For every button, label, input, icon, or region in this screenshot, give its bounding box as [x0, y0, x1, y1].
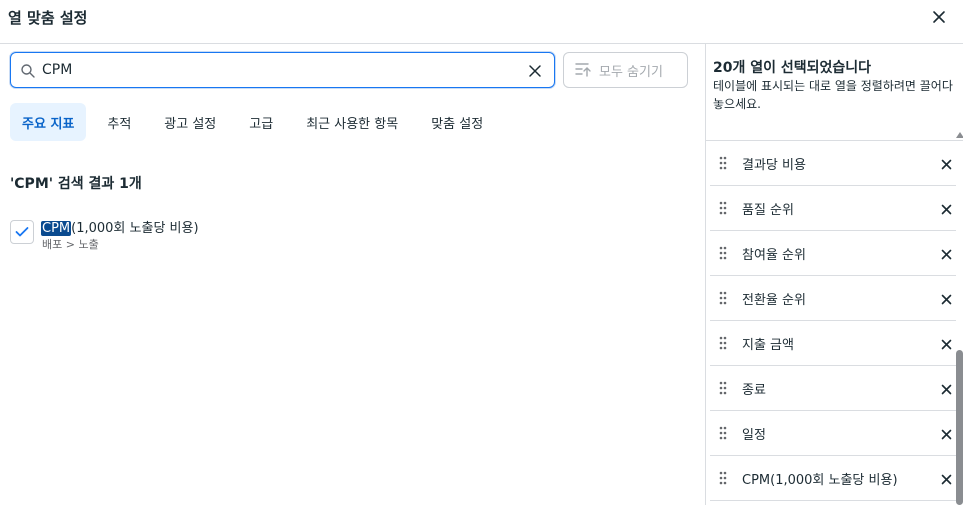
selected-column-item[interactable]: CPM(1,000회 노출당 비용)	[710, 456, 956, 501]
remove-column-button[interactable]	[937, 335, 955, 353]
remove-column-button[interactable]	[937, 155, 955, 173]
tab-recently-used[interactable]: 최근 사용한 항목	[294, 103, 410, 141]
remove-column-button[interactable]	[937, 425, 955, 443]
selected-column-label: 결과당 비용	[742, 157, 806, 173]
remove-icon	[941, 384, 951, 394]
scroll-up-arrow-icon[interactable]	[956, 132, 963, 138]
result-label-rest: (1,000회 노출당 비용)	[71, 221, 199, 236]
remove-column-button[interactable]	[937, 245, 955, 263]
result-checkbox[interactable]	[10, 220, 34, 244]
remove-icon	[941, 204, 951, 214]
drag-handle-icon[interactable]	[719, 201, 727, 215]
remove-icon	[941, 294, 951, 304]
selected-column-item[interactable]: 결과당 비용	[710, 141, 956, 186]
dialog-header: 열 맞춤 설정	[0, 0, 963, 44]
selected-list-scrollbar[interactable]	[955, 132, 963, 505]
selected-columns-panel: 20개 열이 선택되었습니다 테이블에 표시되는 대로 열을 정렬하려면 끌어다…	[705, 44, 963, 505]
selected-column-item[interactable]: 지출 금액	[710, 321, 956, 366]
search-icon	[21, 64, 35, 78]
tab-advanced[interactable]: 고급	[237, 103, 285, 141]
dialog-title: 열 맞춤 설정	[8, 9, 88, 27]
hide-all-button[interactable]: 모두 숨기기	[563, 52, 688, 88]
remove-column-button[interactable]	[937, 380, 955, 398]
drag-handle-icon[interactable]	[719, 426, 727, 440]
collapse-columns-icon	[575, 63, 591, 77]
category-tabs: 주요 지표 추적 광고 설정 고급 최근 사용한 항목 맞춤 설정	[10, 103, 504, 141]
selected-column-label: 일정	[742, 427, 766, 443]
drag-handle-icon[interactable]	[719, 471, 727, 485]
search-match-highlight: CPM	[41, 221, 72, 236]
selected-column-item[interactable]: 전환율 순위	[710, 276, 956, 321]
selected-column-item[interactable]: 종료	[710, 366, 956, 411]
search-results-title: 'CPM' 검색 결과 1개	[10, 176, 142, 192]
column-picker-panel: CPM 모두 숨기기 주요 지표 추적 광고 설정 고급 최근 사용한 항목 맞…	[0, 44, 705, 505]
search-input[interactable]: CPM	[10, 52, 555, 88]
selected-column-label: 종료	[742, 382, 766, 398]
remove-icon	[941, 474, 951, 484]
result-path: 배포 > 노출	[42, 238, 99, 251]
remove-icon	[941, 159, 951, 169]
result-label: CPM(1,000회 노출당 비용)	[41, 217, 199, 236]
close-button[interactable]	[928, 6, 950, 28]
selected-column-item[interactable]: 일정	[710, 411, 956, 456]
hide-all-label: 모두 숨기기	[599, 64, 663, 80]
selected-count-title: 20개 열이 선택되었습니다	[713, 60, 872, 76]
drag-handle-icon[interactable]	[719, 156, 727, 170]
tab-tracking[interactable]: 추적	[95, 103, 143, 141]
close-icon	[933, 11, 945, 23]
drag-handle-icon[interactable]	[719, 291, 727, 305]
search-value[interactable]: CPM	[42, 62, 72, 78]
drag-handle-icon[interactable]	[719, 336, 727, 350]
search-clear-button[interactable]	[525, 61, 545, 81]
scroll-thumb[interactable]	[956, 350, 963, 505]
tab-key-metrics[interactable]: 주요 지표	[10, 103, 87, 141]
selected-description: 테이블에 표시되는 대로 열을 정렬하려면 끌어다 놓으세요.	[713, 79, 953, 111]
drag-handle-icon[interactable]	[719, 246, 727, 260]
remove-column-button[interactable]	[937, 470, 955, 488]
tab-ad-settings[interactable]: 광고 설정	[152, 103, 228, 141]
selected-column-label: 품질 순위	[742, 202, 794, 218]
remove-column-button[interactable]	[937, 290, 955, 308]
remove-icon	[941, 249, 951, 259]
selected-column-label: 전환율 순위	[742, 292, 806, 308]
drag-handle-icon[interactable]	[719, 381, 727, 395]
selected-column-label: 참여율 순위	[742, 247, 806, 263]
selected-column-item[interactable]: 참여율 순위	[710, 231, 956, 276]
check-icon	[15, 227, 29, 237]
remove-column-button[interactable]	[937, 200, 955, 218]
search-result-item[interactable]: CPM(1,000회 노출당 비용) 배포 > 노출	[10, 216, 410, 256]
tab-custom[interactable]: 맞춤 설정	[419, 103, 495, 141]
remove-icon	[941, 429, 951, 439]
selected-column-label: CPM(1,000회 노출당 비용)	[742, 472, 898, 488]
selected-columns-list: 결과당 비용 품질 순위 참여율 순위 전환율 순위 지출 금액 종료 일정 C…	[710, 141, 956, 501]
selected-column-label: 지출 금액	[742, 337, 794, 353]
selected-column-item[interactable]: 품질 순위	[710, 186, 956, 231]
remove-icon	[941, 339, 951, 349]
clear-icon	[529, 65, 541, 77]
